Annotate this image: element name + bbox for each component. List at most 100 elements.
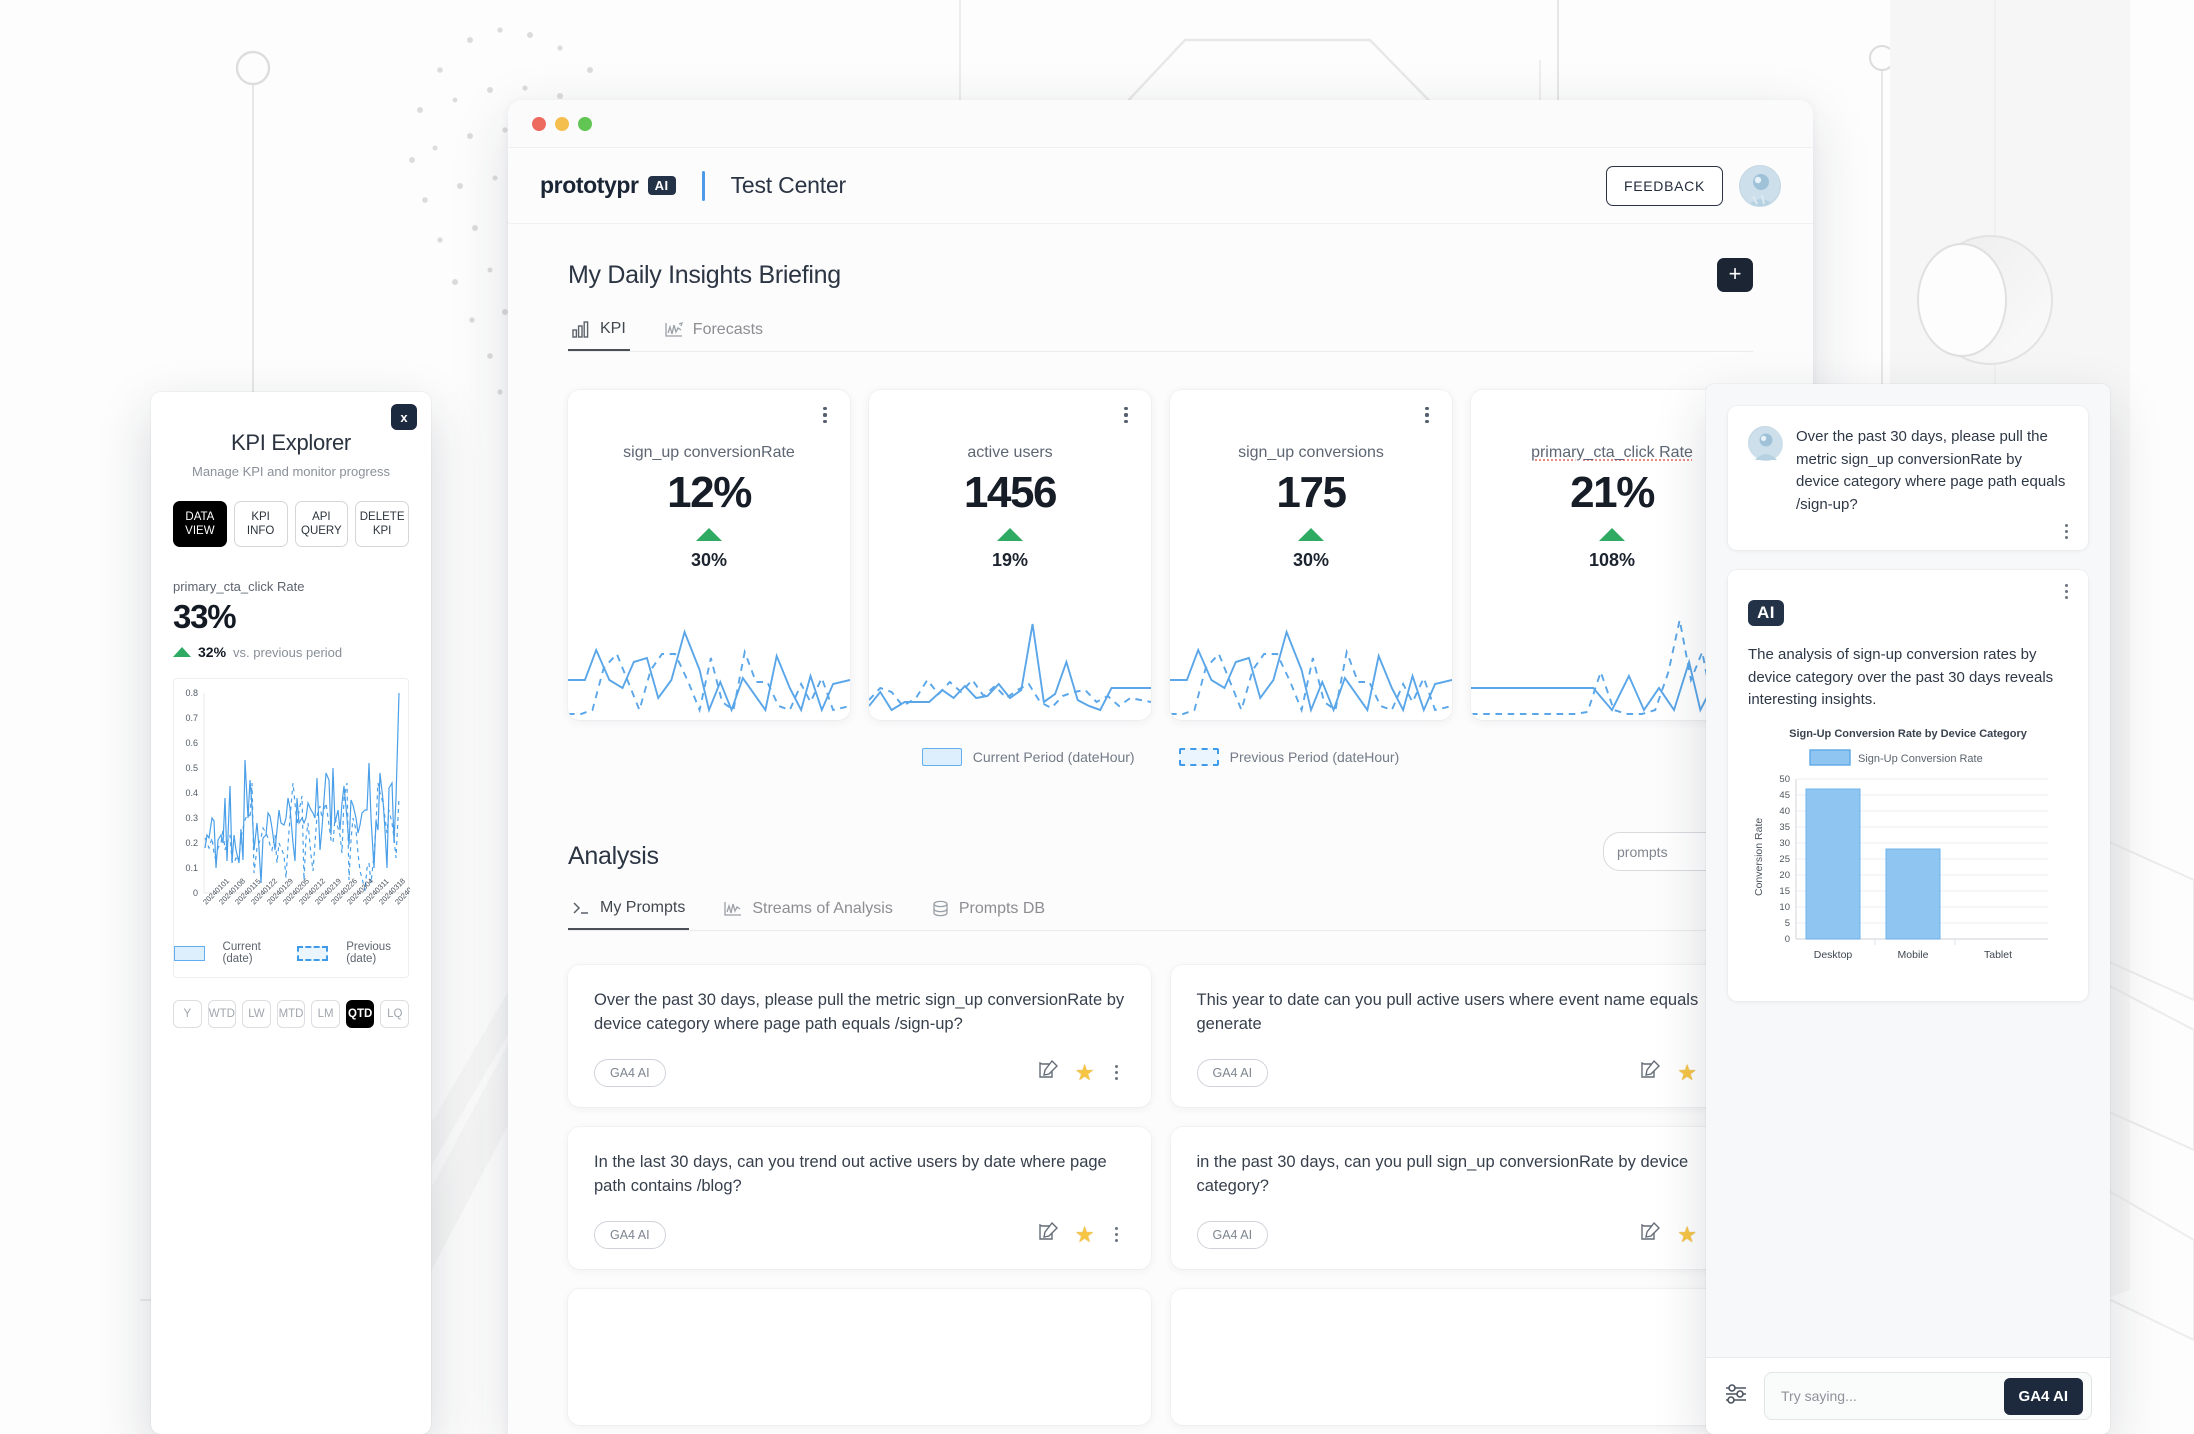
close-icon[interactable]: x — [391, 404, 417, 430]
kpi-explorer-mode-buttons: DATA VIEW KPI INFO API QUERY DELETE KPI — [173, 501, 409, 547]
kpi-card-delta: 30% — [568, 550, 850, 571]
window-close-button[interactable] — [532, 117, 546, 131]
prompt-card-grid: Over the past 30 days, please pull the m… — [568, 965, 1753, 1425]
prompt-card[interactable]: This year to date can you pull active us… — [1171, 965, 1754, 1107]
range-lm[interactable]: LM — [311, 1000, 340, 1028]
ai-message-input[interactable]: Try saying... GA4 AI — [1764, 1372, 2092, 1420]
bar-mobile — [1886, 849, 1940, 939]
stream-chart-icon — [723, 900, 743, 918]
tab-prompts-db-label: Prompts DB — [959, 900, 1045, 918]
edit-icon[interactable] — [1641, 1059, 1663, 1086]
tab-forecasts[interactable]: Forecasts — [660, 314, 767, 351]
briefing-title: My Daily Insights Briefing — [568, 261, 841, 290]
tab-kpi-label: KPI — [600, 320, 626, 338]
svg-text:35: 35 — [1779, 822, 1790, 833]
sliders-icon[interactable] — [1724, 1382, 1750, 1411]
svg-text:45: 45 — [1779, 790, 1790, 801]
range-qtd[interactable]: QTD — [346, 1000, 375, 1028]
prompt-source-badge: GA4 AI — [1197, 1221, 1269, 1249]
prompt-card-footer: GA4 AI ★ — [1197, 1199, 1728, 1249]
svg-text:0: 0 — [193, 888, 198, 898]
avatar-image — [1749, 427, 1783, 461]
kpi-card-name: sign_up conversions — [1170, 444, 1452, 462]
window-minimize-button[interactable] — [555, 117, 569, 131]
kpi-card-name: sign_up conversionRate — [568, 444, 850, 462]
legend-swatch-previous — [297, 946, 328, 961]
message-menu-button[interactable] — [2058, 522, 2074, 540]
header-divider — [702, 171, 705, 201]
tab-prompts-db[interactable]: Prompts DB — [927, 893, 1049, 930]
prompt-card-menu-button[interactable] — [1109, 1226, 1125, 1244]
edit-icon[interactable] — [1039, 1059, 1061, 1086]
tab-my-prompts-label: My Prompts — [600, 899, 685, 917]
kpi-card-menu-button[interactable] — [1418, 404, 1436, 426]
prompt-card[interactable]: Over the past 30 days, please pull the m… — [568, 965, 1151, 1107]
range-mtd[interactable]: MTD — [277, 1000, 306, 1028]
window-titlebar — [508, 100, 1813, 148]
tab-streams-of-analysis[interactable]: Streams of Analysis — [719, 893, 897, 930]
svg-text:0.1: 0.1 — [185, 863, 198, 873]
kpi-explorer-delta: 32% vs. previous period — [173, 644, 409, 660]
prompt-card-partial[interactable] — [1171, 1289, 1754, 1425]
favorite-star-icon[interactable]: ★ — [1075, 1224, 1095, 1246]
range-lw[interactable]: LW — [242, 1000, 271, 1028]
terminal-icon — [572, 900, 591, 916]
svg-text:0: 0 — [1785, 934, 1790, 945]
range-lq[interactable]: LQ — [380, 1000, 409, 1028]
range-y[interactable]: Y — [173, 1000, 202, 1028]
prompt-card[interactable]: in the past 30 days, can you pull sign_u… — [1171, 1127, 1754, 1269]
analysis-title: Analysis — [568, 842, 659, 871]
button-line-2: KPI — [373, 524, 392, 538]
kpi-card[interactable]: sign_up conversions 175 30% — [1170, 390, 1452, 720]
svg-text:0.8: 0.8 — [185, 688, 198, 698]
analysis-tabs: My Prompts Streams of Analysis Prompts D… — [568, 893, 1753, 931]
prompt-card-partial[interactable] — [568, 1289, 1151, 1425]
delta-value: 32% — [198, 644, 226, 660]
edit-icon[interactable] — [1641, 1221, 1663, 1248]
favorite-star-icon[interactable]: ★ — [1677, 1224, 1697, 1246]
favorite-star-icon[interactable]: ★ — [1075, 1062, 1095, 1084]
prompt-card-footer: GA4 AI ★ — [1197, 1037, 1728, 1087]
svg-text:0.2: 0.2 — [185, 838, 198, 848]
add-kpi-button[interactable]: + — [1717, 258, 1753, 292]
range-wtd[interactable]: WTD — [208, 1000, 237, 1028]
svg-text:0.3: 0.3 — [185, 813, 198, 823]
brand-ai-badge: AI — [648, 176, 676, 195]
prompt-card[interactable]: In the last 30 days, can you trend out a… — [568, 1127, 1151, 1269]
kpi-card[interactable]: active users 1456 19% — [869, 390, 1151, 720]
tab-my-prompts[interactable]: My Prompts — [568, 893, 689, 930]
svg-text:10: 10 — [1779, 902, 1790, 913]
prompt-card-menu-button[interactable] — [1109, 1064, 1125, 1082]
legend-item: Current Period (dateHour) — [922, 748, 1135, 766]
favorite-star-icon[interactable]: ★ — [1677, 1062, 1697, 1084]
svg-text:0.6: 0.6 — [185, 738, 198, 748]
window-maximize-button[interactable] — [578, 117, 592, 131]
kpi-info-button[interactable]: KPI INFO — [234, 501, 288, 547]
ai-assistant-message-text: The analysis of sign-up conversion rates… — [1748, 644, 2068, 712]
kpi-explorer-range-selector: Y WTD LW MTD LM QTD LQ — [173, 1000, 409, 1028]
button-line-2: INFO — [247, 524, 274, 538]
tab-kpi[interactable]: KPI — [568, 314, 630, 351]
bar-desktop — [1806, 789, 1860, 939]
ai-assistant-message: AI The analysis of sign-up conversion ra… — [1728, 570, 2088, 1001]
forecast-chart-icon — [664, 321, 684, 339]
feedback-button[interactable]: FEEDBACK — [1606, 166, 1723, 206]
kpi-explorer-panel: x KPI Explorer Manage KPI and monitor pr… — [151, 392, 431, 1434]
brand-logo[interactable]: prototypr AI — [540, 172, 676, 199]
send-ga4-ai-button[interactable]: GA4 AI — [2004, 1378, 2083, 1415]
edit-icon[interactable] — [1039, 1221, 1061, 1248]
svg-text:15: 15 — [1779, 886, 1790, 897]
kpi-card-menu-button[interactable] — [816, 404, 834, 426]
svg-text:0.7: 0.7 — [185, 713, 198, 723]
user-avatar[interactable] — [1739, 165, 1781, 207]
api-query-button[interactable]: API QUERY — [295, 501, 349, 547]
kpi-card-menu-button[interactable] — [1117, 404, 1135, 426]
message-menu-button[interactable] — [2058, 582, 2074, 600]
app-header: prototypr AI Test Center FEEDBACK — [508, 148, 1813, 224]
delete-kpi-button[interactable]: DELETE KPI — [355, 501, 409, 547]
data-view-button[interactable]: DATA VIEW — [173, 501, 227, 547]
ai-device-bar-chart: Sign-Up Conversion Rate Conversion Rate … — [1748, 746, 2068, 987]
kpi-sparkline — [869, 610, 1151, 720]
button-line-1: KPI — [251, 510, 270, 524]
kpi-card[interactable]: sign_up conversionRate 12% 30% — [568, 390, 850, 720]
